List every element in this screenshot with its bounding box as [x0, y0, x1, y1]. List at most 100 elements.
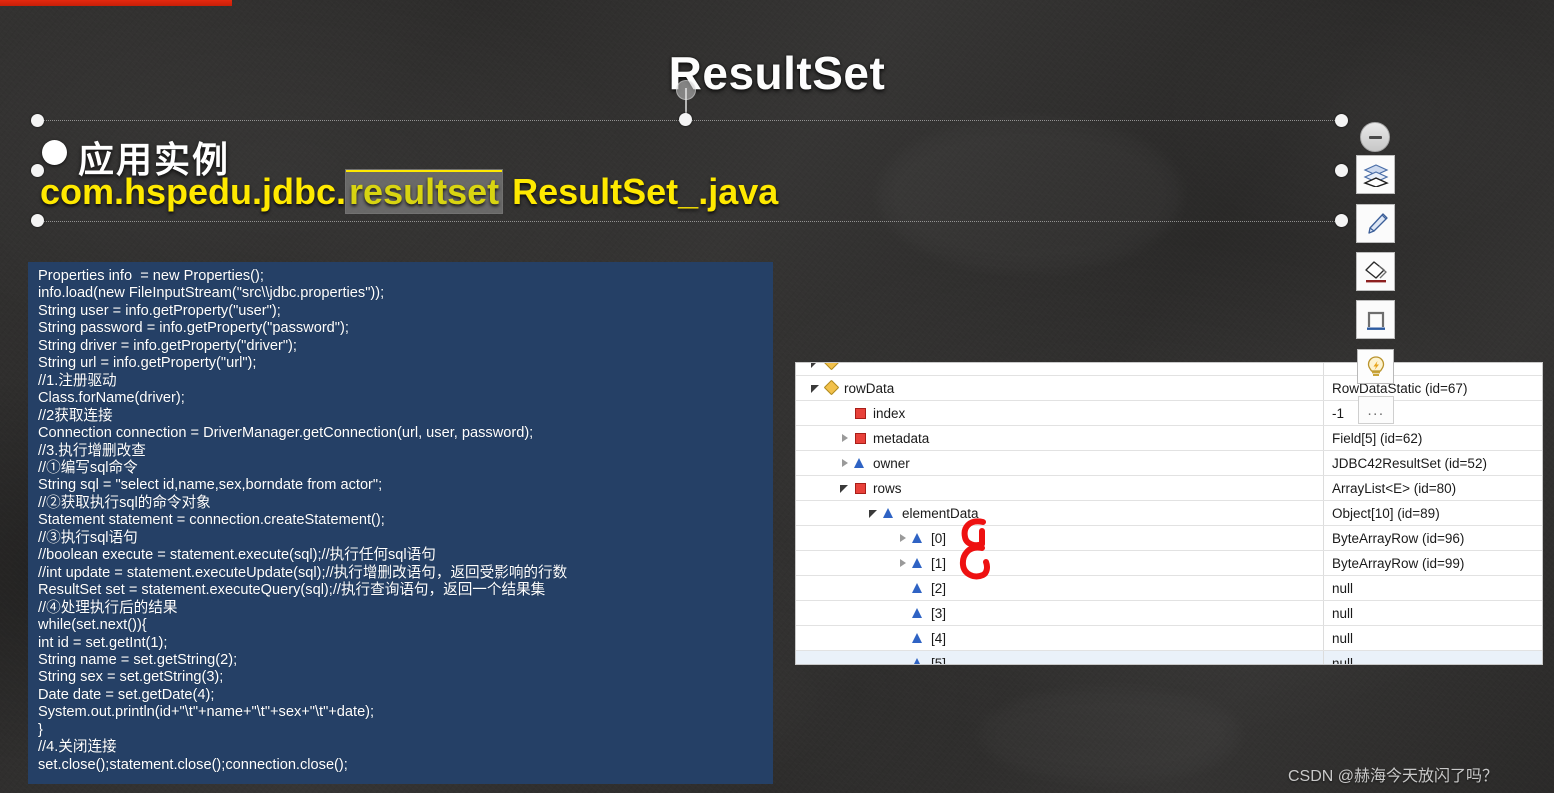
shape-eraser-tool-button[interactable] [1356, 252, 1395, 291]
table-row[interactable]: metadata Field[5] (id=62) [796, 426, 1542, 451]
resize-handle-bottom-left[interactable] [31, 214, 44, 227]
package-prefix: com.hspedu.jdbc. [40, 171, 347, 212]
chevron-down-icon[interactable] [810, 363, 823, 370]
code-line: //①编写sql命令 [38, 459, 138, 476]
resize-handle-bottom-right[interactable] [1335, 214, 1348, 227]
table-row[interactable] [796, 363, 1542, 376]
square-icon [854, 482, 866, 494]
variable-name-label: rows [873, 480, 902, 496]
table-row[interactable]: owner JDBC42ResultSet (id=52) [796, 451, 1542, 476]
tri-icon [912, 657, 924, 664]
debugger-variables-panel[interactable]: rowData RowDataStatic (id=67) index -1 metad… [795, 362, 1543, 665]
highlighted-package-segment[interactable]: resultset [345, 169, 504, 214]
frame-tool-button[interactable] [1356, 300, 1395, 339]
rotate-handle[interactable] [679, 113, 692, 126]
variable-name-label: [0] [931, 530, 947, 546]
chevron-down-icon[interactable] [839, 482, 852, 495]
red-ink-annotation-2 [959, 544, 990, 580]
code-line: Date date = set.getDate(4); [38, 686, 215, 703]
tri-icon [912, 632, 924, 644]
code-line: System.out.println(id+"\t"+name+"\t"+sex… [38, 704, 375, 721]
variable-name-cell: [4] [796, 626, 1324, 650]
code-line: //④处理执行后的结果 [38, 599, 178, 616]
diamond-icon [825, 382, 837, 394]
table-row[interactable]: rows ArrayList<E> (id=80) [796, 476, 1542, 501]
debugger-rows-container: rowData RowDataStatic (id=67) index -1 metad… [796, 363, 1542, 665]
collapse-toolbar-button[interactable] [1360, 122, 1390, 152]
chevron-right-icon[interactable] [839, 457, 852, 470]
chalk-smudge [980, 690, 1240, 780]
brush-icon [1367, 212, 1388, 234]
variable-name-label: [2] [931, 580, 947, 596]
chevron-right-icon[interactable] [839, 432, 852, 445]
table-row[interactable]: [0] ByteArrayRow (id=96) [796, 526, 1542, 551]
code-line: Statement statement = connection.createS… [38, 512, 385, 529]
table-row[interactable]: [5] null [796, 651, 1542, 665]
table-row[interactable]: elementData Object[10] (id=89) [796, 501, 1542, 526]
code-line: String password = info.getProperty("pass… [38, 320, 349, 337]
resize-handle-top-left[interactable] [31, 114, 44, 127]
code-line: while(set.next()){ [38, 617, 147, 634]
code-line: } [38, 721, 43, 738]
variable-value-cell: JDBC42ResultSet (id=52) [1332, 455, 1487, 471]
page-title: ResultSet [668, 47, 886, 99]
tri-icon [912, 582, 924, 594]
code-line: String user = info.getProperty("user"); [38, 302, 281, 319]
layers-icon [1362, 163, 1389, 187]
code-line: //4.关闭连接 [38, 739, 117, 756]
variable-value-cell: ByteArrayRow (id=99) [1332, 555, 1465, 571]
variable-value-cell: ArrayList<E> (id=80) [1332, 480, 1457, 496]
tri-icon [912, 557, 924, 569]
variable-name-cell: [5] [796, 651, 1324, 665]
variable-name-label: metadata [873, 430, 930, 446]
variable-name-cell [796, 363, 1324, 375]
lightbulb-icon [1367, 355, 1384, 376]
variable-value-cell: null [1332, 580, 1354, 596]
variable-name-cell: index [796, 401, 1324, 425]
code-line: //3.执行增删改查 [38, 442, 146, 459]
variable-value-cell: null [1332, 605, 1354, 621]
table-row[interactable]: [4] null [796, 626, 1542, 651]
bullet-point-icon [42, 140, 67, 165]
code-line: //1.注册驱动 [38, 372, 117, 389]
tri-icon [854, 457, 866, 469]
resize-handle-middle-left[interactable] [31, 164, 44, 177]
code-snippet-panel: Properties info = new Properties(); info.… [28, 262, 773, 784]
chevron-right-icon[interactable] [897, 532, 910, 545]
code-line: info.load(new FileInputStream("src\\jdbc… [38, 285, 385, 302]
variable-value-cell: null [1332, 655, 1354, 665]
table-row[interactable]: [3] null [796, 601, 1542, 626]
brush-tool-button[interactable] [1356, 204, 1395, 243]
variable-name-cell: metadata [796, 426, 1324, 450]
variable-name-label: rowData [844, 380, 895, 396]
chevron-down-icon[interactable] [810, 382, 823, 395]
resize-handle-middle-right[interactable] [1335, 164, 1348, 177]
playback-progress-bar[interactable] [0, 0, 232, 6]
code-line: //②获取执行sql的命令对象 [38, 494, 211, 511]
code-line: //③执行sql语句 [38, 529, 138, 546]
diamond-icon [825, 363, 837, 369]
variable-name-label: owner [873, 455, 910, 471]
code-line: String name = set.getString(2); [38, 651, 238, 668]
hint-tool-button[interactable] [1357, 349, 1394, 384]
table-row[interactable]: [1] ByteArrayRow (id=99) [796, 551, 1542, 576]
table-row[interactable]: [2] null [796, 576, 1542, 601]
code-line: //boolean execute = statement.execute(sq… [38, 547, 436, 564]
layers-tool-button[interactable] [1356, 155, 1395, 194]
table-row[interactable]: index -1 [796, 401, 1542, 426]
resize-handle-top-right[interactable] [1335, 114, 1348, 127]
variable-name-cell: [2] [796, 576, 1324, 600]
more-options-button[interactable]: ... [1358, 396, 1394, 424]
chevron-down-icon[interactable] [868, 507, 881, 520]
shape-eraser-icon [1364, 260, 1387, 282]
class-file-name: ResultSet_.java [502, 171, 779, 212]
chevron-right-icon[interactable] [897, 557, 910, 570]
variable-name-label: [5] [931, 655, 947, 665]
code-line: //2获取连接 [38, 407, 113, 424]
variable-name-label: [4] [931, 630, 947, 646]
table-row[interactable]: rowData RowDataStatic (id=67) [796, 376, 1542, 401]
code-line: String sql = "select id,name,sex,borndat… [38, 477, 383, 494]
